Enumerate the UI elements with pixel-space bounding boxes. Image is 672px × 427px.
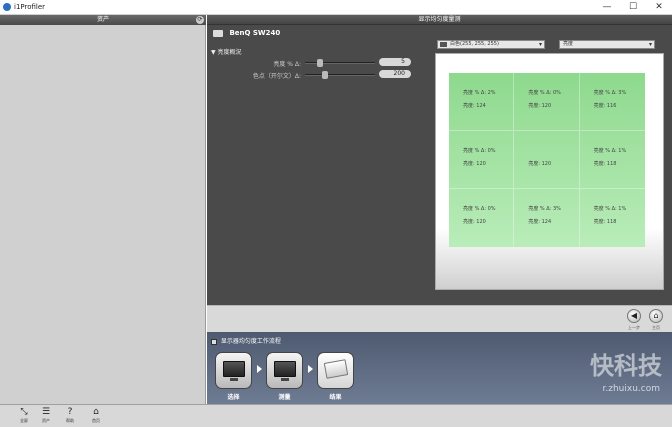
help-button[interactable]: ? 帮助 — [60, 407, 80, 424]
home-button[interactable]: ⌂ — [649, 309, 663, 323]
title-bar: i1Profiler — ☐ ✕ — [0, 0, 672, 15]
assets-panel-title: 资产 — [96, 16, 109, 23]
cell-delta: 亮度 % Δ: 0% — [463, 148, 496, 154]
app-logo-icon — [3, 3, 11, 11]
grid-cell: 亮度 % Δ: 2% 亮度: 124 — [449, 73, 515, 131]
back-button[interactable]: ◀ — [627, 309, 641, 323]
home-page-button[interactable]: ⌂ 首页 — [86, 407, 106, 424]
grid-cell: 亮度 % Δ: 0% 亮度: 120 — [514, 73, 580, 131]
step-results-button[interactable] — [317, 352, 354, 389]
display-small-icon — [440, 42, 447, 47]
slider-handle[interactable] — [317, 59, 323, 67]
workflow-title: 显示器均匀度工作流程 — [211, 336, 281, 345]
cell-luminance: 亮度: 120 — [463, 219, 486, 225]
cell-luminance: 亮度: 118 — [593, 219, 617, 225]
measure-mode-select[interactable]: 亮度 — [559, 40, 655, 49]
bottom-toolbar: ⤡ 全屏 ☰ 资产 ? 帮助 ⌂ 首页 — [0, 404, 672, 427]
watermark-logo: 快科技 — [590, 351, 662, 380]
device-row: BenQ SW240 — [213, 29, 280, 41]
grid-cell: 亮度 % Δ: 1% 亮度: 118 — [580, 189, 645, 247]
list-icon: ☰ — [41, 407, 51, 417]
workflow-checkbox[interactable] — [211, 338, 217, 345]
maximize-button[interactable]: ☐ — [620, 0, 646, 15]
workflow-title-text: 显示器均匀度工作流程 — [220, 338, 281, 345]
close-button[interactable]: ✕ — [646, 0, 672, 15]
cell-luminance: 亮度: 120 — [463, 161, 486, 167]
cell-delta: 亮度 % Δ: 1% — [593, 148, 627, 154]
measure-mode-value: 亮度 — [563, 41, 574, 47]
assets-label: 资产 — [42, 418, 50, 423]
color-point-value-field[interactable]: 200 — [379, 70, 411, 78]
section-toggle[interactable]: ▼ 亮度概況 — [211, 47, 242, 56]
step-measure-button[interactable] — [266, 352, 303, 389]
monitor-icon — [223, 361, 245, 377]
main-panel-header: 显示均匀度量测 — [207, 15, 672, 25]
help-label: 帮助 — [66, 418, 74, 423]
cell-luminance: 亮度: 116 — [593, 103, 617, 109]
step-measure-label: 测量 — [278, 394, 291, 401]
monitor-measure-icon — [274, 361, 296, 377]
slider-handle[interactable] — [322, 71, 328, 79]
brightness-value-field[interactable]: 5 — [379, 58, 411, 66]
assets-button[interactable]: ☰ 资产 — [36, 407, 56, 424]
uniformity-grid: 亮度 % Δ: 2% 亮度: 124 亮度 % Δ: 0% 亮度: 120 亮度 %… — [449, 73, 645, 247]
cell-luminance: 亮度: 118 — [593, 161, 617, 167]
monitor-stand — [281, 378, 289, 381]
grid-cell-center: 亮度: 120 — [514, 131, 580, 189]
brightness-slider[interactable] — [305, 59, 375, 67]
grid-cell: 亮度 % Δ: 3% 亮度: 116 — [579, 73, 645, 131]
brightness-tolerance-setting: 亮度 % Δ: 5 — [207, 58, 417, 68]
refresh-icon[interactable]: ⟳ — [196, 16, 204, 24]
cell-delta: 亮度 % Δ: 3% — [528, 206, 561, 212]
display-icon — [213, 29, 223, 37]
step-select-button[interactable] — [215, 352, 252, 389]
setting-label: 色点（开尔文）Δ: — [252, 73, 301, 80]
cell-delta: 亮度 % Δ: 2% — [463, 90, 496, 96]
monitor-stand — [230, 378, 238, 381]
grid-cell: 亮度 % Δ: 0% 亮度: 120 — [449, 189, 515, 247]
minimize-button[interactable]: — — [594, 0, 620, 15]
step-select-label: 选择 — [227, 394, 240, 401]
uniformity-preview: 亮度 % Δ: 2% 亮度: 124 亮度 % Δ: 0% 亮度: 120 亮度 %… — [435, 53, 664, 290]
uniformity-main-panel: 显示均匀度量测 BenQ SW240 ▼ 亮度概況 亮度 % Δ: 5 色点（开… — [207, 15, 672, 305]
fullscreen-button[interactable]: ⤡ 全屏 — [14, 407, 34, 424]
fullscreen-icon: ⤡ — [20, 407, 28, 417]
home-icon: ⌂ — [93, 407, 99, 417]
workflow-panel: 显示器均匀度工作流程 选择 测量 结果 快科技 r.zhuixu.com — [207, 332, 672, 404]
home-page-label: 首页 — [92, 418, 100, 423]
cell-delta: 亮度 % Δ: 3% — [593, 90, 627, 96]
grid-cell: 亮度 % Δ: 1% 亮度: 118 — [579, 131, 645, 189]
step-arrow-icon — [257, 365, 262, 373]
assets-panel-header: 资产 ⟳ — [0, 15, 206, 25]
device-name: BenQ SW240 — [229, 29, 281, 37]
cell-delta: 亮度 % Δ: 0% — [528, 90, 561, 96]
setting-label: 亮度 % Δ: — [273, 61, 301, 68]
window-title: i1Profiler — [14, 3, 46, 11]
assets-panel: 资产 ⟳ — [0, 15, 206, 404]
back-button-label: 上一步 — [628, 325, 640, 330]
watermark-url: r.zhuixu.com — [602, 384, 660, 394]
cell-delta: 亮度 % Δ: 0% — [463, 206, 496, 212]
patch-color-value: 白色(255, 255, 255) — [450, 41, 499, 47]
step-results-label: 结果 — [329, 394, 342, 401]
patch-color-select[interactable]: 白色(255, 255, 255) — [437, 40, 545, 49]
fullscreen-label: 全屏 — [20, 418, 28, 423]
color-point-slider[interactable] — [305, 71, 375, 79]
cell-delta: 亮度 % Δ: 1% — [593, 206, 627, 212]
step-arrow-icon — [308, 365, 313, 373]
report-icon — [323, 359, 349, 379]
cell-luminance: 亮度: 120 — [528, 103, 552, 109]
cell-luminance: 亮度: 124 — [463, 103, 486, 109]
help-icon: ? — [67, 407, 73, 417]
cell-luminance: 亮度: 124 — [528, 219, 552, 225]
color-point-tolerance-setting: 色点（开尔文）Δ: 200 — [207, 70, 417, 80]
home-button-label: 主页 — [652, 325, 660, 330]
grid-cell: 亮度 % Δ: 3% 亮度: 124 — [514, 189, 580, 247]
grid-cell: 亮度 % Δ: 0% 亮度: 120 — [449, 131, 515, 189]
navigation-strip: ◀ 上一步 ⌂ 主页 — [207, 305, 672, 332]
cell-luminance: 亮度: 120 — [528, 161, 552, 167]
